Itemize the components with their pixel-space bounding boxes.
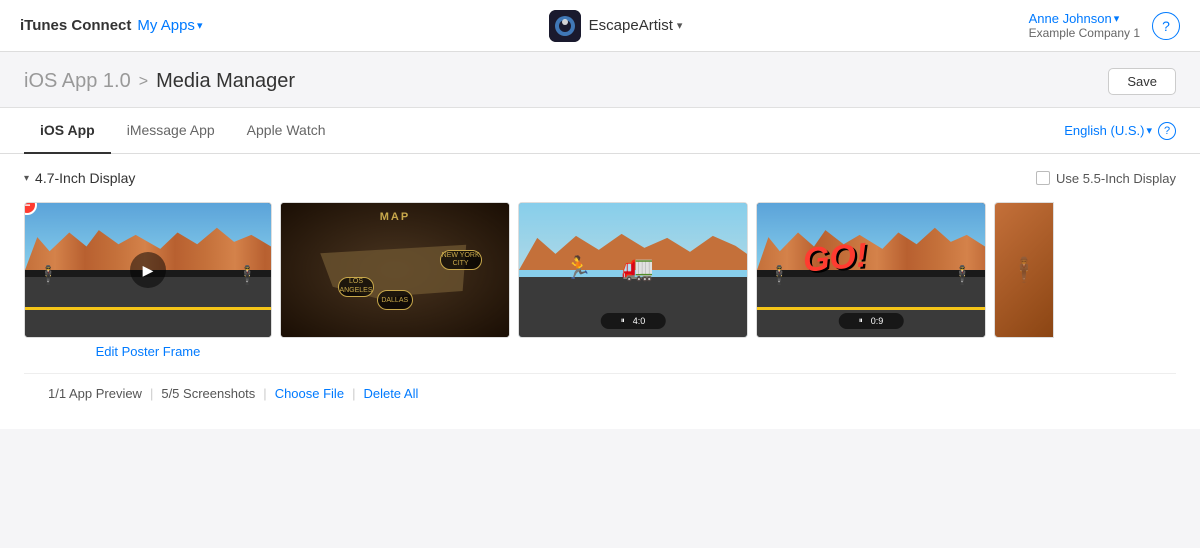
my-apps-link[interactable]: My Apps ▾: [137, 17, 202, 34]
nav-brand-area: iTunes Connect My Apps ▾: [20, 17, 202, 34]
edit-poster-frame-label[interactable]: Edit Poster Frame: [24, 338, 272, 365]
app-chevron: ▾: [677, 19, 683, 32]
use-55-checkbox[interactable]: [1036, 171, 1050, 185]
screenshot-thumb-2: MAP LOSANGELES NEW YORKCITY DALLAS: [280, 202, 510, 338]
desert-scene-1: 🕴 🕴 ▶: [25, 203, 271, 337]
save-button[interactable]: Save: [1108, 68, 1176, 95]
main-content: iOS App iMessage App Apple Watch English…: [0, 108, 1200, 429]
language-chevron: ▾: [1146, 124, 1152, 137]
choose-file-link[interactable]: Choose File: [275, 386, 344, 401]
tab-ios-app[interactable]: iOS App: [24, 108, 111, 154]
user-info: Anne Johnson ▾ Example Company 1: [1029, 11, 1140, 40]
breadcrumb: iOS App 1.0 > Media Manager: [24, 70, 295, 93]
language-selector[interactable]: English (U.S.) ▾: [1064, 123, 1152, 138]
screenshot-item-1: − 🕴 🕴 ▶ Edit Poster Frame: [24, 202, 272, 373]
app-icon: [549, 10, 581, 42]
breadcrumb-separator: >: [139, 73, 148, 91]
section-title-label: 4.7-Inch Display: [35, 170, 135, 186]
screenshot-item-2: MAP LOSANGELES NEW YORKCITY DALLAS: [280, 202, 510, 373]
map-scene: MAP LOSANGELES NEW YORKCITY DALLAS: [281, 203, 509, 337]
use-55-label: Use 5.5-Inch Display: [1056, 171, 1176, 186]
display-section: ▾ 4.7-Inch Display Use 5.5-Inch Display …: [0, 154, 1200, 429]
pause-icon-4[interactable]: ⏸: [859, 316, 863, 326]
breadcrumb-parent[interactable]: iOS App 1.0: [24, 70, 131, 93]
tabs-list: iOS App iMessage App Apple Watch: [24, 108, 342, 153]
nav-center: EscapeArtist ▾: [202, 10, 1028, 42]
use-55-display: Use 5.5-Inch Display: [1036, 171, 1176, 186]
screenshot-item-3: 🏃 🚛 ⏸ 4:0: [518, 202, 748, 373]
user-company: Example Company 1: [1029, 26, 1140, 40]
brand-label: iTunes Connect: [20, 17, 131, 34]
divider-3: |: [352, 386, 355, 401]
pause-icon-3[interactable]: ⏸: [621, 316, 625, 326]
screenshot-item-5: 🕴: [994, 202, 1054, 338]
divider-2: |: [263, 386, 266, 401]
divider-1: |: [150, 386, 153, 401]
play-overlay-1: ▶: [25, 203, 271, 337]
pause-bar-3: ⏸ 4:0: [601, 313, 666, 329]
tab-right-actions: English (U.S.) ▾ ?: [1064, 122, 1176, 140]
arrow-container: [24, 365, 272, 373]
section-collapse-chevron[interactable]: ▾: [24, 173, 29, 184]
nav-right: Anne Johnson ▾ Example Company 1 ?: [1029, 11, 1180, 40]
screenshot-item-4: 🕴 🕴 GO! ⏸ 0:9: [756, 202, 986, 373]
preview-count: 1/1 App Preview: [48, 386, 142, 401]
screenshot-thumb-4: 🕴 🕴 GO! ⏸ 0:9: [756, 202, 986, 338]
user-name-link[interactable]: Anne Johnson ▾: [1029, 11, 1140, 26]
app-name-nav[interactable]: EscapeArtist ▾: [589, 17, 683, 34]
tab-imessage-app[interactable]: iMessage App: [111, 108, 231, 154]
breadcrumb-current: Media Manager: [156, 70, 295, 93]
pause-bar-4: ⏸ 0:9: [839, 313, 904, 329]
section-title-area: ▾ 4.7-Inch Display: [24, 170, 135, 186]
screenshot-thumb-1: − 🕴 🕴 ▶: [24, 202, 272, 338]
screenshots-row: − 🕴 🕴 ▶ Edit Poster Frame: [24, 202, 1176, 373]
play-button-1[interactable]: ▶: [130, 252, 166, 288]
tabs-bar: iOS App iMessage App Apple Watch English…: [0, 108, 1200, 154]
section-header: ▾ 4.7-Inch Display Use 5.5-Inch Display: [24, 170, 1176, 186]
delete-all-link[interactable]: Delete All: [363, 386, 418, 401]
breadcrumb-bar: iOS App 1.0 > Media Manager Save: [0, 52, 1200, 108]
user-chevron: ▾: [1114, 12, 1120, 25]
map-title-text: MAP: [380, 211, 410, 223]
screenshot-count: 5/5 Screenshots: [161, 386, 255, 401]
inline-help-button[interactable]: ?: [1158, 122, 1176, 140]
screenshot-thumb-3: 🏃 🚛 ⏸ 4:0: [518, 202, 748, 338]
top-navigation: iTunes Connect My Apps ▾ EscapeArtist ▾ …: [0, 0, 1200, 52]
tab-apple-watch[interactable]: Apple Watch: [231, 108, 342, 154]
bottom-bar: 1/1 App Preview | 5/5 Screenshots | Choo…: [24, 373, 1176, 413]
help-button[interactable]: ?: [1152, 12, 1180, 40]
